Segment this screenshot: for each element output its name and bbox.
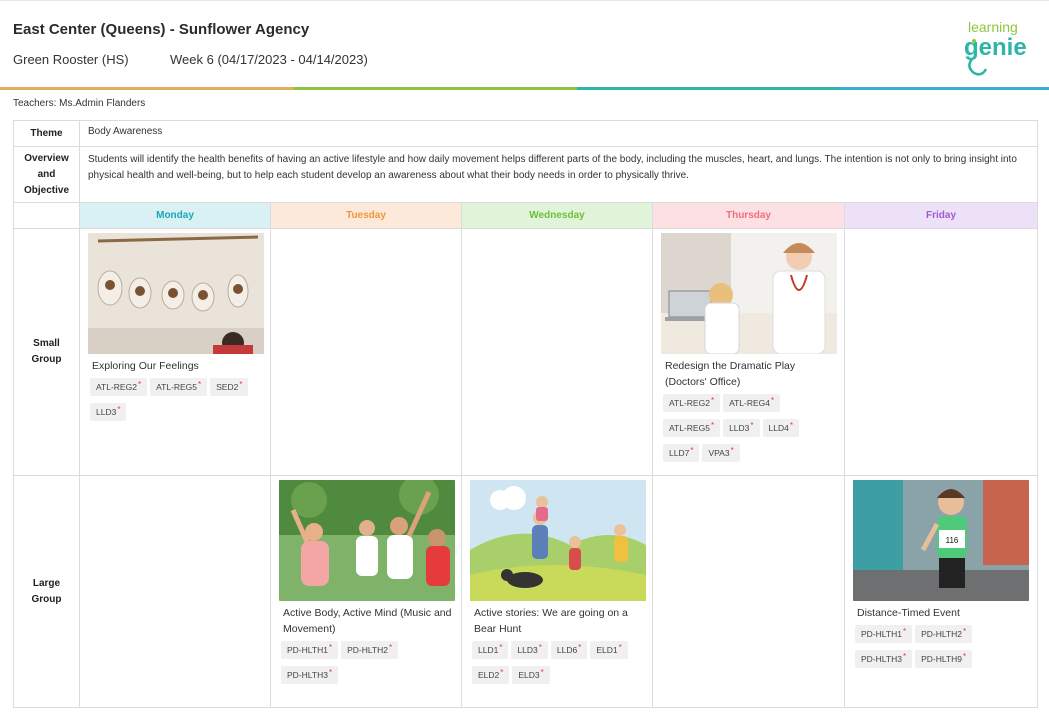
day-header-friday: Friday bbox=[843, 202, 1039, 229]
standard-tag[interactable]: LLD3* bbox=[511, 641, 548, 659]
teachers-line: Teachers: Ms.Admin Flanders bbox=[13, 98, 146, 109]
standard-tag[interactable]: ELD2* bbox=[472, 666, 510, 684]
day-header-corner bbox=[13, 202, 80, 229]
overview-label-line1: Overview bbox=[24, 152, 69, 164]
theme-value: Body Awareness bbox=[78, 120, 1039, 147]
standard-tag[interactable]: PD-HLTH1* bbox=[855, 625, 913, 643]
small-group-wednesday bbox=[461, 228, 653, 476]
standard-tag[interactable]: PD-HLTH1* bbox=[281, 641, 339, 659]
standard-tag[interactable]: SED2* bbox=[210, 378, 249, 396]
activity-title-doctors-office[interactable]: Redesign the Dramatic Play (Doctors' Off… bbox=[661, 358, 836, 390]
day-header-thursday: Thursday bbox=[652, 202, 845, 229]
tag-list-distance-timed: PD-HLTH1* PD-HLTH2*PD-HLTH3* PD-HLTH9* bbox=[853, 625, 1029, 675]
page-header: East Center (Queens) - Sunflower Agency … bbox=[0, 0, 1049, 90]
standard-tag[interactable]: VPA3* bbox=[702, 444, 740, 462]
standard-tag[interactable]: LLD6* bbox=[550, 641, 588, 659]
standard-tag[interactable]: PD-HLTH3* bbox=[281, 666, 339, 684]
activity-title-distance-timed[interactable]: Distance-Timed Event bbox=[853, 605, 1029, 621]
logo-text-learning: learning bbox=[968, 19, 1018, 35]
weekly-plan-table: Theme Body Awareness Overview and Object… bbox=[13, 120, 1039, 708]
standard-tag[interactable]: ATL-REG2* bbox=[90, 378, 148, 396]
small-group-label-line1: Small bbox=[33, 338, 60, 349]
overview-label-line2: and bbox=[37, 168, 56, 180]
standard-tag[interactable]: PD-HLTH2* bbox=[915, 625, 973, 643]
large-group-friday: 116 Distance-Timed Event PD-HLTH1* PD-HLT… bbox=[843, 475, 1039, 708]
standard-tag[interactable]: ELD1* bbox=[590, 641, 628, 659]
small-group-label-line2: Group bbox=[31, 354, 62, 365]
standard-tag[interactable]: LLD7* bbox=[663, 444, 700, 462]
small-group-friday bbox=[843, 228, 1039, 476]
small-group-thursday: Redesign the Dramatic Play (Doctors' Off… bbox=[652, 228, 845, 476]
standard-tag[interactable]: ATL-REG2* bbox=[663, 394, 721, 412]
large-group-label-line2: Group bbox=[31, 593, 62, 605]
large-group-tuesday: Active Body, Active Mind (Music and Move… bbox=[270, 475, 462, 708]
standard-tag[interactable]: ATL-REG5* bbox=[150, 378, 208, 396]
large-group-label-line1: Large bbox=[32, 577, 61, 589]
tag-list-feelings: ATL-REG2* ATL-REG5* SED2* LLD3* bbox=[88, 378, 262, 428]
header-color-rule bbox=[0, 87, 1049, 90]
standard-tag[interactable]: LLD1* bbox=[472, 641, 509, 659]
small-group-label: Small Group bbox=[13, 228, 80, 476]
standard-tag[interactable]: PD-HLTH2* bbox=[341, 641, 399, 659]
standard-tag[interactable]: ATL-REG5* bbox=[663, 419, 721, 437]
day-header-monday: Monday bbox=[79, 202, 271, 229]
bib-number: 116 bbox=[946, 536, 959, 545]
small-group-tuesday bbox=[270, 228, 462, 476]
day-header-wednesday: Wednesday bbox=[461, 202, 653, 229]
overview-value: Students will identify the health benefi… bbox=[78, 146, 1039, 203]
activity-photo-active-body[interactable] bbox=[279, 480, 455, 601]
large-group-thursday bbox=[652, 475, 845, 708]
large-group-monday bbox=[79, 475, 271, 708]
standard-tag[interactable]: PD-HLTH3* bbox=[855, 650, 913, 668]
standard-tag[interactable]: ATL-REG4* bbox=[723, 394, 781, 412]
large-group-label: Large Group bbox=[13, 475, 80, 708]
theme-label: Theme bbox=[13, 120, 80, 147]
activity-photo-feelings[interactable] bbox=[88, 233, 264, 354]
tag-list-bear-hunt: LLD1* LLD3* LLD6* ELD1* ELD2* ELD3* bbox=[470, 641, 644, 691]
activity-photo-doctors-office[interactable] bbox=[661, 233, 837, 354]
class-name: Green Rooster (HS) bbox=[13, 52, 129, 67]
activity-title-active-body[interactable]: Active Body, Active Mind (Music and Move… bbox=[279, 605, 453, 637]
large-group-wednesday: Active stories: We are going on a Bear H… bbox=[461, 475, 653, 708]
center-title: East Center (Queens) - Sunflower Agency bbox=[13, 21, 310, 38]
standard-tag[interactable]: LLD3* bbox=[723, 419, 760, 437]
activity-title-bear-hunt[interactable]: Active stories: We are going on a Bear H… bbox=[470, 605, 644, 637]
standard-tag[interactable]: LLD3* bbox=[90, 403, 127, 421]
learning-genie-logo: learning genie bbox=[964, 19, 1027, 76]
tag-list-active-body: PD-HLTH1* PD-HLTH2*PD-HLTH3* bbox=[279, 641, 453, 691]
standard-tag[interactable]: PD-HLTH9* bbox=[915, 650, 973, 668]
small-group-monday: Exploring Our Feelings ATL-REG2* ATL-REG5… bbox=[79, 228, 271, 476]
day-header-tuesday: Tuesday bbox=[270, 202, 462, 229]
overview-label-line3: Objective bbox=[23, 184, 70, 196]
standard-tag[interactable]: ELD3* bbox=[512, 666, 550, 684]
tag-list-doctors-office: ATL-REG2* ATL-REG4*ATL-REG5* LLD3* LLD4* LLD… bbox=[661, 394, 836, 469]
logo-text-genie: genie bbox=[964, 34, 1027, 61]
activity-title-feelings[interactable]: Exploring Our Feelings bbox=[88, 358, 262, 374]
overview-label: Overview and Objective bbox=[13, 146, 80, 203]
week-range: Week 6 (04/17/2023 - 04/14/2023) bbox=[170, 52, 368, 67]
activity-photo-bear-hunt[interactable] bbox=[470, 480, 646, 601]
activity-photo-distance-timed[interactable]: 116 bbox=[853, 480, 1029, 601]
standard-tag[interactable]: LLD4* bbox=[762, 419, 799, 437]
